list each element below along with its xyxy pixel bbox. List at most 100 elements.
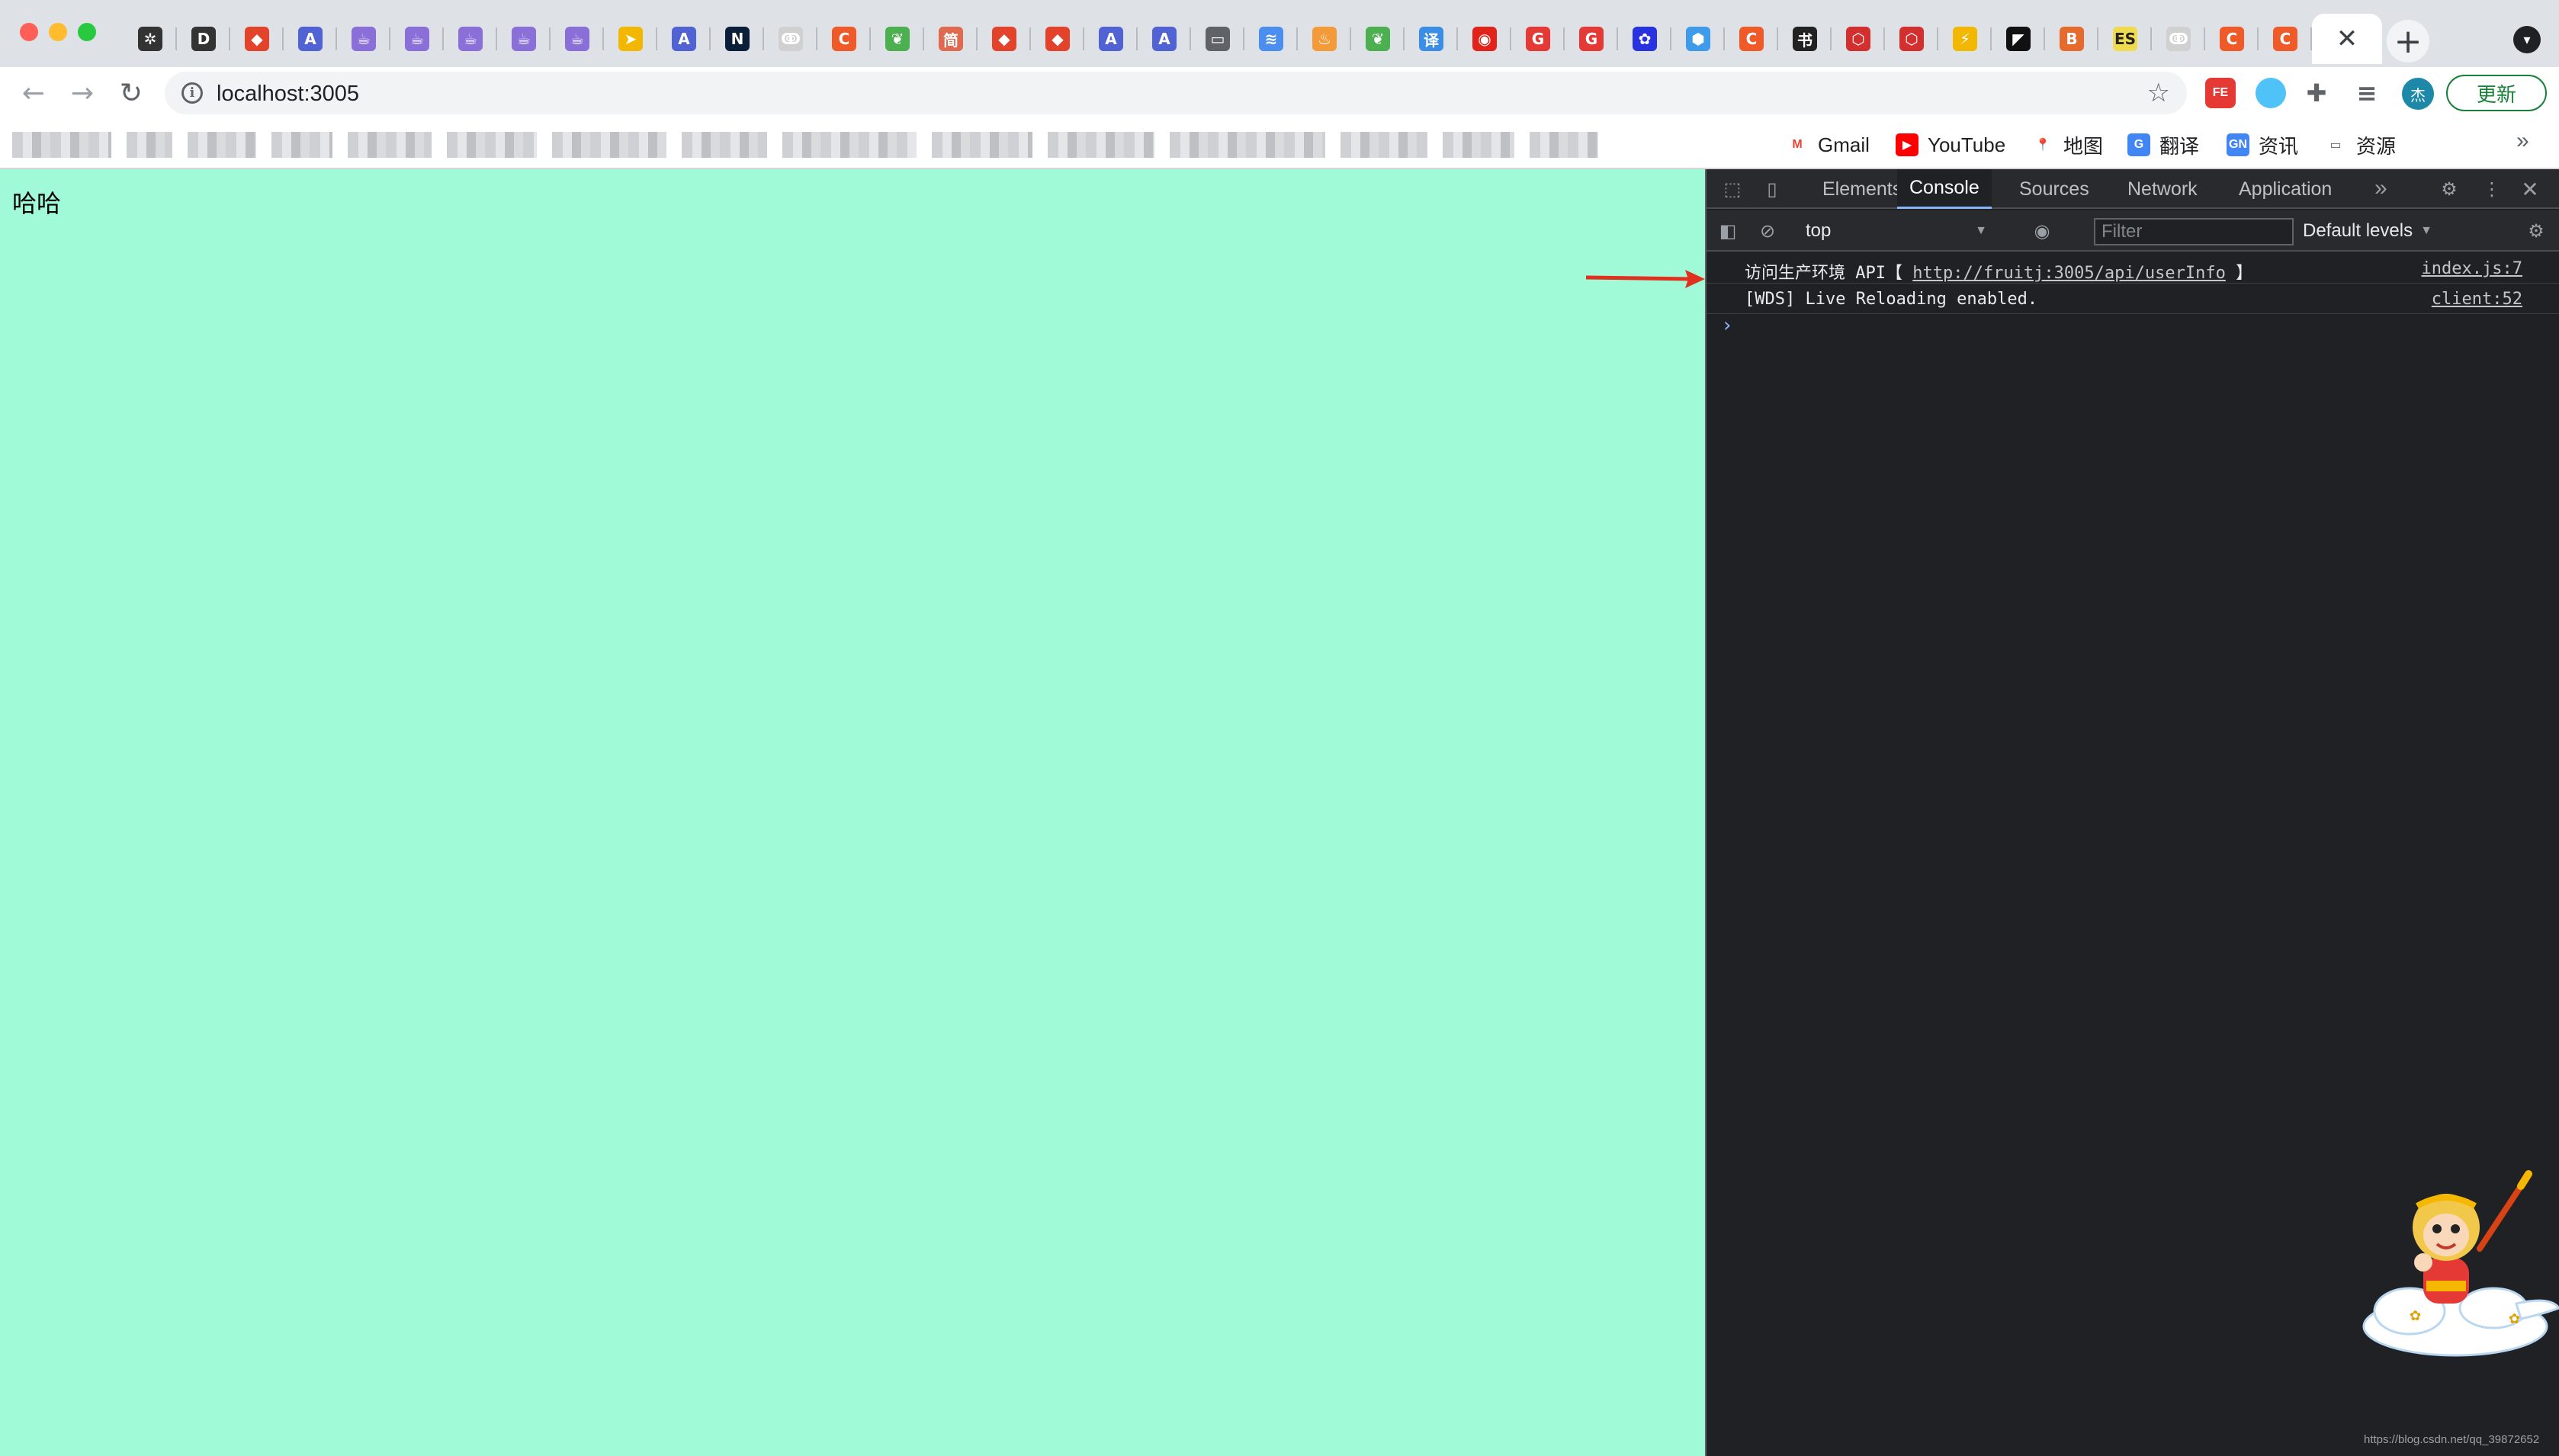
browser-tab[interactable]: ⬡ — [1885, 14, 1938, 64]
browser-tab[interactable]: C — [1725, 14, 1778, 64]
browser-tab[interactable]: A — [657, 14, 711, 64]
active-tab[interactable]: ✕ — [2312, 14, 2382, 64]
url-text[interactable]: localhost:3005 — [217, 82, 359, 107]
browser-tab[interactable]: C — [817, 14, 871, 64]
browser-tab[interactable]: ☕ — [444, 14, 497, 64]
devtools-tab-console[interactable]: Console — [1897, 169, 1992, 209]
blurred-bookmark[interactable] — [271, 132, 332, 158]
blurred-bookmark[interactable] — [1170, 132, 1325, 158]
window-minimize-button[interactable] — [49, 23, 67, 41]
blurred-bookmark[interactable] — [188, 132, 256, 158]
devtools-tab-application[interactable]: Application — [2227, 169, 2344, 209]
forward-button[interactable]: → — [63, 73, 102, 113]
browser-tab[interactable]: ➤ — [604, 14, 657, 64]
blurred-bookmark[interactable] — [348, 132, 432, 158]
bookmarks-overflow-button[interactable]: » — [2516, 128, 2529, 154]
browser-tab[interactable]: A — [284, 14, 337, 64]
update-button[interactable]: 更新 — [2446, 75, 2547, 111]
log-source-link[interactable]: index.js:7 — [2422, 259, 2522, 278]
blurred-bookmark[interactable] — [1341, 132, 1427, 158]
address-bar[interactable]: i localhost:3005 ☆ — [165, 72, 2187, 114]
fe-extension-icon[interactable]: FE — [2205, 78, 2236, 108]
bookmark-youtube[interactable]: ▶ YouTube — [1896, 130, 2005, 160]
browser-tab[interactable]: ◆ — [1031, 14, 1084, 64]
browser-tab[interactable]: A — [1084, 14, 1138, 64]
log-levels-dropdown[interactable]: Default levels ▼ — [2303, 218, 2432, 244]
context-selector[interactable]: top ▼ — [1796, 218, 1996, 244]
devtools-close-icon[interactable]: ✕ — [2518, 177, 2542, 202]
window-close-button[interactable] — [20, 23, 38, 41]
browser-tab[interactable]: A — [1138, 14, 1191, 64]
browser-tab[interactable]: ☕ — [551, 14, 604, 64]
browser-tab[interactable]: ↂ — [764, 14, 817, 64]
log-url-link[interactable]: http://fruitj:3005/api/userInfo — [1912, 264, 2226, 283]
devtools-settings-icon[interactable]: ⚙ — [2437, 177, 2461, 201]
device-toolbar-icon[interactable]: ▯ — [1760, 177, 1784, 201]
browser-tab[interactable]: ♨ — [1298, 14, 1351, 64]
browser-tab[interactable]: B — [2045, 14, 2098, 64]
browser-tab[interactable]: ⬢ — [1671, 14, 1725, 64]
browser-tab[interactable]: N — [711, 14, 764, 64]
browser-tab[interactable]: C — [2205, 14, 2259, 64]
profile-avatar[interactable]: 杰 — [2402, 78, 2434, 110]
browser-tab[interactable]: ⚡ — [1938, 14, 1992, 64]
browser-tab[interactable]: G — [1511, 14, 1565, 64]
devtools-tab-network[interactable]: Network — [2115, 169, 2210, 209]
blurred-bookmark[interactable] — [447, 132, 537, 158]
tab-search-button[interactable]: ▾ — [2513, 26, 2541, 53]
browser-tab[interactable]: ▭ — [1191, 14, 1244, 64]
blurred-bookmark[interactable] — [782, 132, 917, 158]
inspect-element-icon[interactable]: ⬚ — [1720, 177, 1745, 201]
bookmark-maps[interactable]: 📍 地图 — [2031, 130, 2103, 160]
blurred-bookmark[interactable] — [127, 132, 172, 158]
more-tabs-button[interactable]: » — [2374, 175, 2387, 201]
browser-tab[interactable]: ◆ — [230, 14, 284, 64]
browser-tab[interactable]: ◆ — [978, 14, 1031, 64]
browser-tab[interactable]: ❦ — [1351, 14, 1405, 64]
extension-icon[interactable] — [2256, 78, 2286, 108]
console-filter-input[interactable] — [2094, 218, 2294, 245]
bookmark-news[interactable]: GN 资讯 — [2227, 130, 2298, 160]
browser-tab[interactable]: ☕ — [337, 14, 390, 64]
browser-tab[interactable]: ☕ — [497, 14, 551, 64]
clear-console-icon[interactable]: ⊘ — [1755, 219, 1780, 243]
browser-tab[interactable]: 译 — [1405, 14, 1458, 64]
blurred-bookmark[interactable] — [1530, 132, 1598, 158]
devtools-tab-sources[interactable]: Sources — [2007, 169, 2101, 209]
browser-tab[interactable]: ❦ — [871, 14, 924, 64]
blurred-bookmark[interactable] — [682, 132, 767, 158]
bookmark-star-icon[interactable]: ☆ — [2147, 78, 2170, 108]
browser-tab[interactable]: ☕ — [390, 14, 444, 64]
browser-tab[interactable]: ✿ — [1618, 14, 1671, 64]
browser-tab[interactable]: ↂ — [2152, 14, 2205, 64]
blurred-bookmark[interactable] — [1048, 132, 1154, 158]
browser-tab[interactable]: D — [177, 14, 230, 64]
blurred-bookmark[interactable] — [12, 132, 111, 158]
console-prompt[interactable]: › — [1723, 314, 1731, 337]
reload-button[interactable]: ↻ — [111, 73, 151, 113]
blurred-bookmark[interactable] — [1443, 132, 1514, 158]
blurred-bookmark[interactable] — [552, 132, 666, 158]
extensions-puzzle-icon[interactable]: ✚ — [2301, 78, 2332, 108]
window-maximize-button[interactable] — [78, 23, 96, 41]
browser-tab[interactable]: 书 — [1778, 14, 1832, 64]
new-tab-button[interactable]: + — [2387, 20, 2429, 63]
browser-tab[interactable]: ES — [2098, 14, 2152, 64]
browser-tab[interactable]: 简 — [924, 14, 978, 64]
bookmark-gmail[interactable]: M Gmail — [1786, 130, 1870, 160]
bookmark-translate[interactable]: G 翻译 — [2127, 130, 2199, 160]
browser-tab[interactable]: ⬡ — [1832, 14, 1885, 64]
site-info-icon[interactable]: i — [181, 82, 203, 104]
console-settings-icon[interactable]: ⚙ — [2524, 219, 2548, 243]
browser-tab[interactable]: ◉ — [1458, 14, 1511, 64]
browser-tab[interactable]: ≋ — [1244, 14, 1298, 64]
browser-tab[interactable]: ✲ — [124, 14, 177, 64]
log-source-link[interactable]: client:52 — [2432, 290, 2522, 309]
browser-tab[interactable]: G — [1565, 14, 1618, 64]
bookmark-folder-resources[interactable]: ▭ 资源 — [2324, 130, 2396, 160]
close-tab-icon[interactable]: ✕ — [2336, 24, 2358, 54]
live-expression-eye-icon[interactable]: ◉ — [2030, 219, 2054, 243]
console-sidebar-icon[interactable]: ◧ — [1716, 219, 1740, 243]
reading-list-icon[interactable]: ≡ — [2352, 78, 2382, 108]
browser-tab[interactable]: ◤ — [1992, 14, 2045, 64]
